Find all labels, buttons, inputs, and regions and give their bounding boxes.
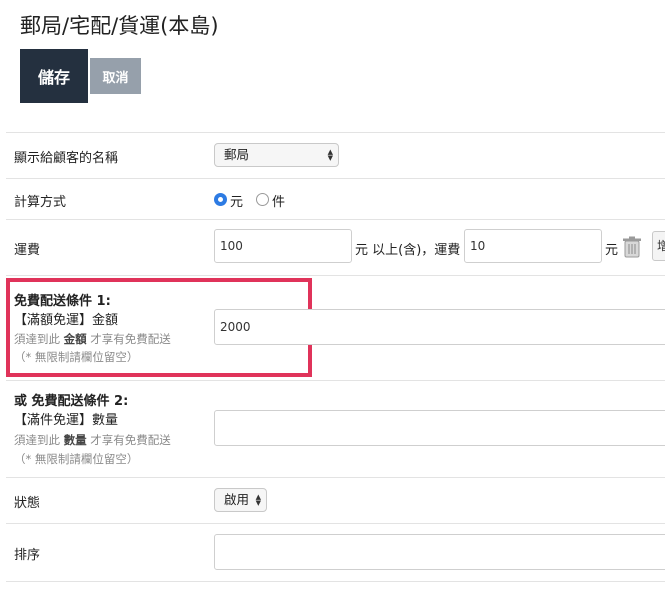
divider [6,523,665,524]
sort-order-label: 排序 [14,548,41,563]
fee-threshold-input[interactable]: 100 [214,229,352,263]
divider [6,275,665,276]
select-arrows-icon: ▲ ▼ [327,148,333,162]
free-quantity-input[interactable] [214,410,665,446]
free-condition-2-help: 須達到此 數量 才享有免費配送 [14,433,171,447]
display-name-select[interactable]: 郵局 ▲ ▼ [214,143,339,167]
select-arrows-icon: ▲ ▼ [255,493,261,507]
radio-piece-label: 件 [272,195,286,210]
page-title: 郵局/宅配/貨運(本島) [20,14,219,38]
radio-yuan[interactable] [214,193,227,206]
shipping-fee-label: 運費 [14,243,41,258]
free-condition-2-subtitle: 【滿件免運】數量 [14,413,119,428]
free-condition-1-subtitle: 【滿額免運】金額 [14,313,119,328]
status-selected: 啟用 [224,492,250,507]
divider [6,178,665,179]
sort-order-input[interactable] [214,534,665,570]
cancel-button[interactable]: 取消 [90,58,141,94]
divider [6,581,665,582]
trash-icon[interactable] [622,236,642,258]
status-select[interactable]: 啟用 ▲ ▼ [214,488,267,512]
free-condition-1-title: 免費配送條件 1: [14,294,111,309]
fee-unit: 元 [605,243,619,258]
save-button[interactable]: 儲存 [20,49,88,103]
divider [6,132,665,133]
free-condition-2-title: 或 免費配送條件 2: [14,394,129,409]
calc-method-label: 計算方式 [14,195,67,210]
display-name-label: 顯示給顧客的名稱 [14,151,119,166]
display-name-selected: 郵局 [224,147,250,162]
divider [6,380,665,381]
status-label: 狀態 [14,496,41,511]
radio-piece[interactable] [256,193,269,206]
fee-middle-text: 元 以上(含)，運費 [355,243,461,258]
free-condition-1-help: 須達到此 金額 才享有免費配送 [14,332,171,346]
add-rule-button[interactable]: 增 [652,231,665,261]
fee-amount-input[interactable]: 10 [464,229,602,263]
divider [6,477,665,478]
radio-yuan-label: 元 [230,195,244,210]
free-condition-1-note: （* 無限制請欄位留空） [14,350,139,364]
free-condition-2-note: （* 無限制請欄位留空） [14,452,139,466]
free-amount-input[interactable]: 2000 [214,309,665,345]
divider [6,219,665,220]
